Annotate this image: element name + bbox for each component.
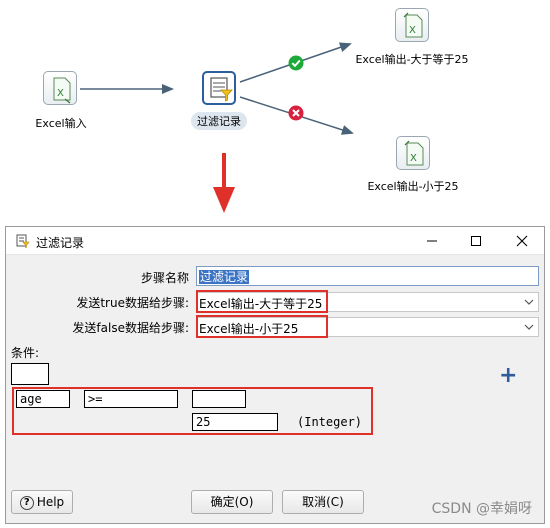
filter-rows-dialog: 过滤记录 步骤名称 过滤记录 发送true数据给步骤: Excel输出-大于等于…	[5, 226, 545, 524]
filter-rows-node[interactable]	[202, 71, 236, 105]
filter-rows-icon	[210, 77, 233, 102]
send-true-select[interactable]: Excel输出-大于等于25	[196, 292, 539, 312]
help-icon: ?	[19, 495, 34, 510]
condition-operator-input[interactable]: >=	[84, 390, 178, 408]
excel-input-node[interactable]: X	[43, 71, 77, 105]
watermark: CSDN @幸娟呀	[431, 501, 532, 517]
help-button[interactable]: ? Help	[11, 490, 73, 514]
excel-output-lt-label: Excel输出-小于25	[367, 180, 459, 193]
dialog-titlebar[interactable]: 过滤记录	[6, 227, 544, 255]
help-button-label: Help	[36, 495, 65, 509]
excel-input-label: Excel输入	[35, 117, 87, 130]
close-icon	[516, 235, 528, 247]
step-name-input[interactable]: 过滤记录	[196, 266, 539, 286]
close-button[interactable]	[511, 231, 533, 251]
svg-text:X: X	[57, 88, 64, 99]
send-false-select[interactable]: Excel输出-小于25	[196, 317, 539, 337]
send-true-label: 发送true数据给步骤:	[76, 296, 189, 310]
minimize-icon	[427, 240, 437, 242]
down-arrow-icon	[211, 153, 237, 215]
maximize-button[interactable]	[465, 231, 487, 251]
x-circle-icon	[288, 105, 304, 121]
send-false-value: Excel输出-小于25	[199, 322, 299, 336]
excel-output-ge-node[interactable]: X	[395, 8, 429, 42]
maximize-icon	[471, 236, 481, 246]
filter-rows-icon	[16, 234, 30, 248]
svg-text:X: X	[410, 153, 417, 164]
condition-label: 条件:	[11, 346, 40, 360]
excel-file-icon: X	[53, 77, 71, 104]
condition-value-input[interactable]: 25	[192, 413, 278, 431]
hop-lines	[80, 42, 354, 135]
send-true-value: Excel输出-大于等于25	[199, 297, 323, 311]
step-name-value: 过滤记录	[199, 270, 250, 284]
condition-field-input[interactable]: age	[16, 390, 70, 408]
step-name-label: 步骤名称	[140, 271, 189, 285]
excel-output-lt-node[interactable]: X	[396, 136, 430, 170]
svg-text:X: X	[409, 25, 416, 36]
send-false-label: 发送false数据给步骤:	[72, 321, 189, 335]
add-condition-button[interactable]: +	[499, 363, 517, 388]
check-circle-icon	[288, 55, 304, 71]
ok-button[interactable]: 确定(O)	[191, 490, 273, 514]
condition-compare-field-input[interactable]	[192, 390, 246, 408]
condition-value-type: (Integer)	[297, 415, 363, 429]
cancel-button[interactable]: 取消(C)	[282, 490, 364, 514]
chevron-down-icon	[524, 299, 534, 305]
excel-file-icon: X	[404, 140, 424, 166]
excel-output-ge-label: Excel输出-大于等于25	[355, 53, 469, 66]
excel-file-icon: X	[403, 12, 423, 38]
dialog-title: 过滤记录	[36, 236, 85, 250]
transformation-canvas[interactable]: X Excel输入 过滤记录 X Excel输出-大于等于25 X Excel输…	[0, 0, 550, 225]
filter-rows-label: 过滤记录	[191, 112, 247, 130]
chevron-down-icon	[524, 324, 534, 330]
condition-negate-box[interactable]	[11, 363, 49, 385]
minimize-button[interactable]	[421, 231, 443, 251]
